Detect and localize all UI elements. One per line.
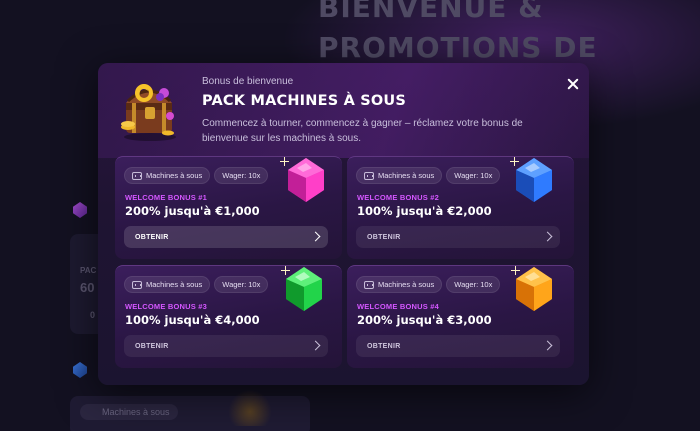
obtain-button-label: OBTENIR [367,233,401,241]
chip-row: Machines à sous Wager: 10x [356,276,501,293]
chevron-right-icon [310,231,321,242]
hero-title: BIENVENUE & PROMOTIONS DE [318,0,598,64]
background-text: 60 [80,280,95,295]
modal-description: Commencez à tourner, commencez à gagner … [202,118,523,144]
category-chip-label: Machines à sous [146,280,203,289]
obtain-button[interactable]: OBTENIR [124,226,328,248]
category-chip-label: Machines à sous [378,280,435,289]
bonus-card-1: Machines à sous Wager: 10x WELCOME BONUS… [115,156,342,259]
obtain-button[interactable]: OBTENIR [356,335,560,357]
sparkle-icon [281,266,290,275]
slot-machine-icon [364,280,374,289]
category-chip: Machines à sous [124,167,211,184]
chip-row: Machines à sous Wager: 10x [356,167,501,184]
sparkle-icon [280,157,289,166]
bonus-card-2: Machines à sous Wager: 10x WELCOME BONUS… [347,156,574,259]
wager-chip: Wager: 10x [214,167,269,184]
category-chip: Machines à sous [356,276,443,293]
bonus-label: WELCOME BONUS #1 [125,193,207,202]
treasure-chest-icon [121,84,176,141]
obtain-button-label: OBTENIR [135,342,169,350]
welcome-bonus-modal: Bonus de bienvenue PACK MACHINES À SOUS … [98,63,589,385]
slot-machine-icon [132,171,142,180]
category-chip-label: Machines à sous [146,171,203,180]
bonus-label: WELCOME BONUS #2 [357,193,439,202]
blue-gem-icon [73,362,87,378]
chevron-right-icon [310,340,321,351]
modal-title: PACK MACHINES À SOUS [202,93,407,109]
bonus-card-4: Machines à sous Wager: 10x WELCOME BONUS… [347,265,574,368]
background-text: 0 [90,310,96,320]
wager-chip: Wager: 10x [214,276,269,293]
chevron-right-icon [542,231,553,242]
obtain-button[interactable]: OBTENIR [356,226,560,248]
crown-icon [228,390,272,426]
obtain-button[interactable]: OBTENIR [124,335,328,357]
sparkle-icon [510,157,519,166]
category-chip-label: Machines à sous [378,171,435,180]
wager-chip: Wager: 10x [446,276,501,293]
obtain-button-label: OBTENIR [367,342,401,350]
modal-subtitle: Bonus de bienvenue [202,76,294,87]
wager-chip: Wager: 10x [446,167,501,184]
chevron-right-icon [542,340,553,351]
category-chip: Machines à sous [124,276,211,293]
bonus-label: WELCOME BONUS #3 [125,302,207,311]
bonus-card-3: Machines à sous Wager: 10x WELCOME BONUS… [115,265,342,368]
bonus-value: 100% jusqu'à €4,000 [125,313,260,327]
sparkle-icon [511,266,520,275]
close-icon[interactable] [564,75,582,93]
purple-gem-icon [73,202,87,218]
background-chip: Machines à sous [80,404,178,420]
bonus-value: 100% jusqu'à €2,000 [357,204,492,218]
bonus-value: 200% jusqu'à €3,000 [357,313,492,327]
bonus-label: WELCOME BONUS #4 [357,302,439,311]
obtain-button-label: OBTENIR [135,233,169,241]
chip-row: Machines à sous Wager: 10x [124,167,269,184]
category-chip: Machines à sous [356,167,443,184]
background-text: PAC [80,266,97,275]
slot-machine-icon [132,280,142,289]
slot-machine-icon [364,171,374,180]
bonus-value: 200% jusqu'à €1,000 [125,204,260,218]
chip-row: Machines à sous Wager: 10x [124,276,269,293]
